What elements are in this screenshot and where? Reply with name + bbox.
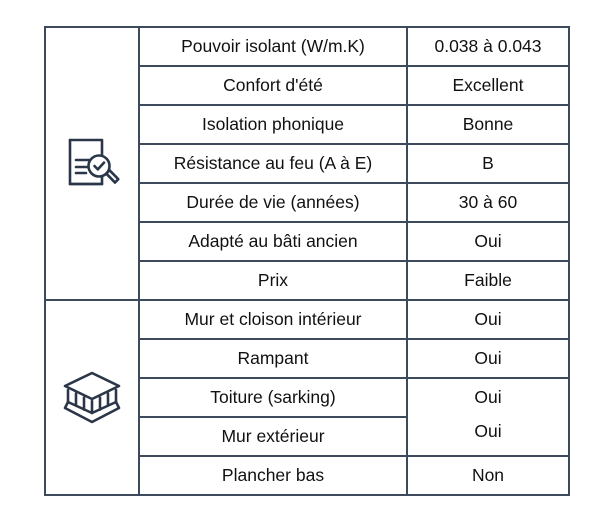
insulation-spec-sheet: Pouvoir isolant (W/m.K) 0.038 à 0.043 Co…	[0, 0, 600, 508]
property-label: Pouvoir isolant (W/m.K)	[138, 26, 408, 67]
property-value: Faible	[406, 260, 570, 301]
property-label: Résistance au feu (A à E)	[138, 143, 408, 184]
property-value: Bonne	[406, 104, 570, 145]
application-value: Oui	[406, 411, 570, 452]
property-value: Excellent	[406, 65, 570, 106]
property-value: 30 à 60	[406, 182, 570, 223]
layered-panel-icon	[46, 367, 138, 429]
application-value: Oui	[406, 338, 570, 379]
property-value: Oui	[406, 221, 570, 262]
document-magnifier-check-icon	[46, 132, 138, 196]
application-label: Plancher bas	[138, 455, 408, 496]
table-row: Mur et cloison intérieur Oui	[44, 299, 570, 496]
property-label: Prix	[138, 260, 408, 301]
application-label: Mur extérieur	[138, 416, 408, 457]
application-label: Rampant	[138, 338, 408, 379]
application-value: Non	[406, 455, 570, 496]
section-icon-performance	[44, 26, 140, 301]
property-label: Confort d'été	[138, 65, 408, 106]
section-icon-applications	[44, 299, 140, 496]
property-label: Adapté au bâti ancien	[138, 221, 408, 262]
application-label: Toiture (sarking)	[138, 377, 408, 418]
table-row: Pouvoir isolant (W/m.K) 0.038 à 0.043	[44, 26, 570, 301]
property-label: Durée de vie (années)	[138, 182, 408, 223]
property-value: B	[406, 143, 570, 184]
insulation-properties-table: Pouvoir isolant (W/m.K) 0.038 à 0.043 Co…	[44, 26, 570, 496]
application-label: Mur et cloison intérieur	[138, 299, 408, 340]
property-value: 0.038 à 0.043	[406, 26, 570, 67]
property-label: Isolation phonique	[138, 104, 408, 145]
application-value: Oui	[406, 299, 570, 340]
